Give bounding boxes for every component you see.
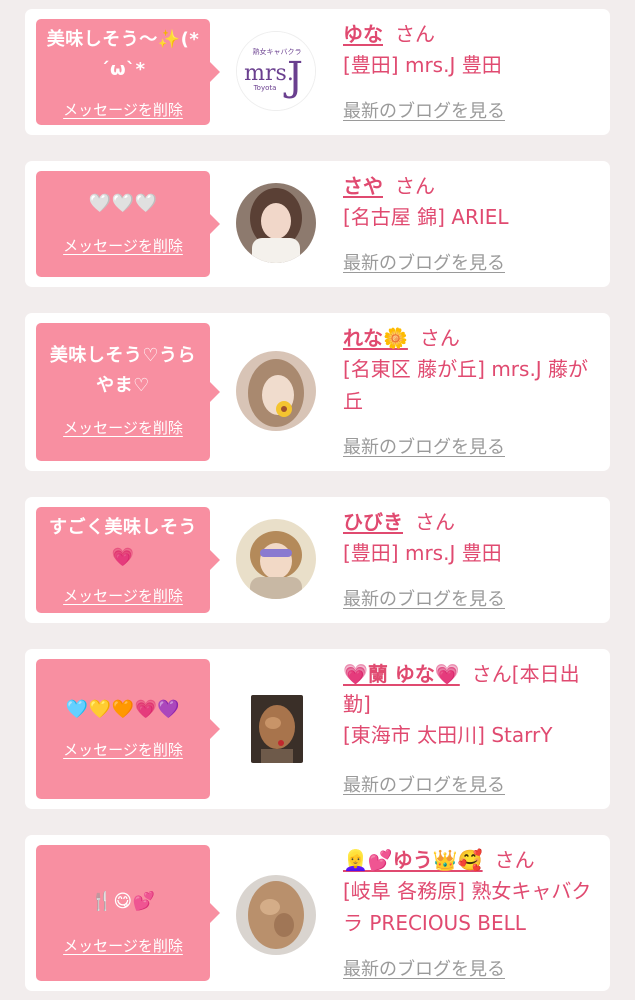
shop-name: [岐阜 各務原] 熟女キャバクラ PRECIOUS BELL [343,879,592,935]
name-line: ゆな さん [343,19,600,49]
girl-info: れな🌼 さん [名東区 藤が丘] mrs.J 藤が丘 [343,323,600,417]
avatar[interactable] [251,695,303,763]
message-bubble: すごく美味しそう💗 メッセージを削除 [36,507,220,613]
profile-photo-icon [251,695,303,763]
profile-photo-icon [236,351,316,431]
message-card: 🍴😋💕 メッセージを削除 👱‍♀️💕ゆう👑🥰 さん [岐阜 各務原] 熟女キャバク… [25,835,610,991]
delete-message-link[interactable]: メッセージを削除 [36,739,210,760]
avatar[interactable] [236,351,316,431]
avatar[interactable] [236,183,316,263]
name-line: ひびき さん [343,507,600,537]
honorific: さん [395,22,435,46]
avatar[interactable] [236,875,316,955]
delete-message-link[interactable]: メッセージを削除 [36,417,210,438]
avatar[interactable]: 熟女キャバクラ mrs. J Toyota [236,31,316,111]
girl-name-link[interactable]: ゆな [343,22,383,46]
latest-blog-link[interactable]: 最新のブログを見る [343,955,505,981]
message-bubble: 🩵💛🧡💗💜 メッセージを削除 [36,659,220,799]
honorific: さん [419,326,460,350]
girl-name-link[interactable]: 💗蘭 ゆな💗 [343,662,460,686]
girl-name-link[interactable]: さや [343,174,383,198]
honorific: さん [395,174,435,198]
message-card: 美味しそう〜✨(*´ω`* メッセージを削除 熟女キャバクラ mrs. J To… [25,9,610,135]
message-text: 🍴😋💕 [90,891,156,912]
latest-blog-link[interactable]: 最新のブログを見る [343,771,505,797]
latest-blog-link[interactable]: 最新のブログを見る [343,433,505,459]
svg-text:Toyota: Toyota [253,84,277,92]
girl-name-link[interactable]: 👱‍♀️💕ゆう👑🥰 [343,848,483,872]
latest-blog-link[interactable]: 最新のブログを見る [343,249,505,275]
girl-info: ひびき さん [豊田] mrs.J 豊田 [343,507,600,569]
profile-photo-icon [236,519,316,599]
profile-photo-icon [236,875,316,955]
message-text: 美味しそう♡うらやま♡ [49,345,197,396]
girl-name-link[interactable]: れな🌼 [343,326,408,350]
message-bubble: 美味しそう♡うらやま♡ メッセージを削除 [36,323,220,461]
honorific: さん [415,510,455,534]
girl-info: ゆな さん [豊田] mrs.J 豊田 [343,19,600,81]
shop-name: [豊田] mrs.J 豊田 [343,53,502,77]
mrs-j-logo-icon: 熟女キャバクラ mrs. J Toyota [237,32,315,110]
message-bubble: 🤍🤍🤍 メッセージを削除 [36,171,220,277]
avatar[interactable] [236,519,316,599]
shop-name: [東海市 太田川] StarrY [343,723,553,747]
delete-message-link[interactable]: メッセージを削除 [36,935,210,956]
name-line: れな🌼 さん [343,323,600,353]
shop-name: [名古屋 錦] ARIEL [343,205,509,229]
girl-info: 💗蘭 ゆな💗 さん[本日出勤] [東海市 太田川] StarrY [343,659,600,751]
latest-blog-link[interactable]: 最新のブログを見る [343,585,505,611]
name-line: 👱‍♀️💕ゆう👑🥰 さん [343,845,600,875]
message-text: 🤍🤍🤍 [88,193,158,214]
message-text: すごく美味しそう💗 [49,517,197,568]
name-line: さや さん [343,171,600,201]
delete-message-link[interactable]: メッセージを削除 [36,235,210,256]
message-card: すごく美味しそう💗 メッセージを削除 ひびき さん [豊田] mrs.J 豊田 最… [25,497,610,623]
delete-message-link[interactable]: メッセージを削除 [36,585,210,606]
girl-info: さや さん [名古屋 錦] ARIEL [343,171,600,233]
message-card: 🤍🤍🤍 メッセージを削除 さや さん [名古屋 錦] ARIEL 最新のブログを見… [25,161,610,287]
girl-info: 👱‍♀️💕ゆう👑🥰 さん [岐阜 各務原] 熟女キャバクラ PRECIOUS BE… [343,845,600,939]
message-bubble: 🍴😋💕 メッセージを削除 [36,845,220,981]
delete-message-link[interactable]: メッセージを削除 [36,99,210,120]
latest-blog-link[interactable]: 最新のブログを見る [343,97,505,123]
shop-name: [豊田] mrs.J 豊田 [343,541,502,565]
name-line: 💗蘭 ゆな💗 さん[本日出勤] [343,659,600,719]
honorific: さん [494,848,535,872]
profile-photo-icon [236,183,316,263]
message-bubble: 美味しそう〜✨(*´ω`* メッセージを削除 [36,19,220,125]
honorific: さん [471,662,512,686]
girl-name-link[interactable]: ひびき [343,510,403,534]
message-card: 美味しそう♡うらやま♡ メッセージを削除 れな🌼 さん [名東区 藤が丘] mrs… [25,313,610,471]
message-card: 🩵💛🧡💗💜 メッセージを削除 💗蘭 ゆな💗 さん[本日出勤] [東海市 太田川] … [25,649,610,809]
shop-name: [名東区 藤が丘] mrs.J 藤が丘 [343,357,589,413]
message-text: 🩵💛🧡💗💜 [65,699,181,720]
message-text: 美味しそう〜✨(*´ω`* [46,29,200,80]
